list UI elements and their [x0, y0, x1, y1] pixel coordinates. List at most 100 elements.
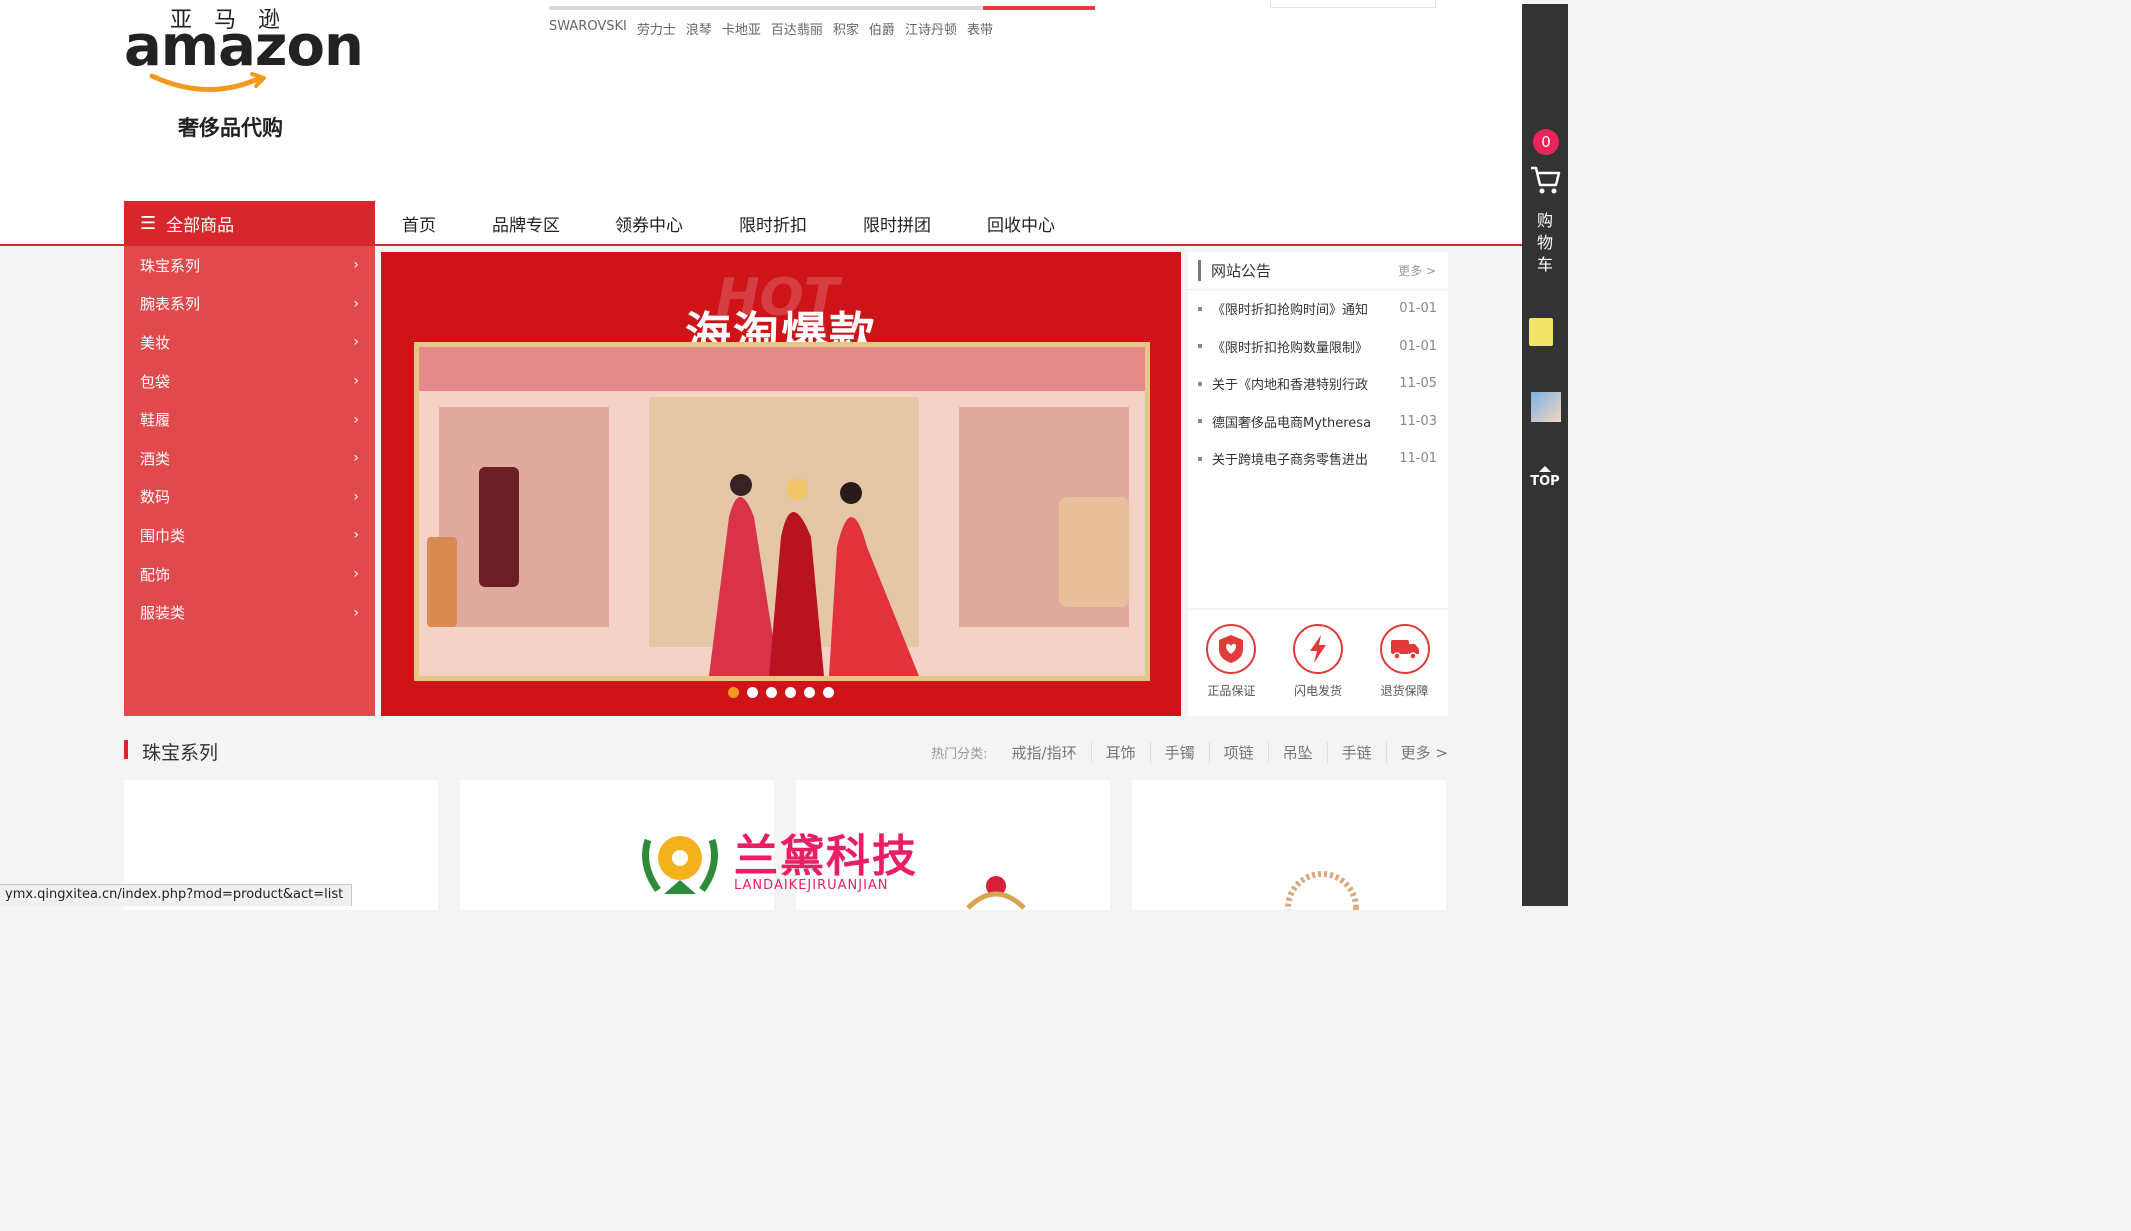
notice-title: 网站公告	[1198, 260, 1271, 281]
back-to-top-button[interactable]: TOP	[1522, 466, 1568, 489]
cart-count-badge: 0	[1533, 129, 1559, 155]
notice-item[interactable]: 关于跨境电子商务零售进出 11-01	[1188, 440, 1448, 478]
notice-item[interactable]: 关于《内地和香港特别行政 11-05	[1188, 365, 1448, 403]
category-label: 鞋履	[140, 411, 171, 430]
category-menu: 珠宝系列 › 腕表系列 › 美妆 › 包袋 › 鞋履 › 酒类 › 数码 › 围巾类 › 配饰 ›…	[124, 246, 375, 716]
watermark-overlay: 兰黛科技 LANDAIKEJIRUANJIAN	[638, 820, 928, 906]
service-item[interactable]: 正品保证	[1206, 624, 1257, 716]
hot-category-link[interactable]: 手镯	[1151, 742, 1210, 763]
slide-dot[interactable]	[785, 687, 796, 698]
avatar[interactable]	[1531, 392, 1561, 422]
nav-item-brands[interactable]: 品牌专区	[492, 211, 560, 236]
chevron-right-icon: ›	[353, 488, 359, 505]
watermark-text: 兰黛科技	[734, 831, 918, 882]
service-item[interactable]: 闪电发货	[1292, 624, 1343, 716]
caret-up-icon	[1539, 466, 1551, 472]
category-item[interactable]: 腕表系列 ›	[124, 285, 375, 324]
notice-item[interactable]: 德国奢侈品电商Mytheresa 11-03	[1188, 403, 1448, 441]
category-label: 腕表系列	[140, 295, 201, 314]
chat-robot-icon[interactable]	[1529, 318, 1553, 346]
product-card[interactable]	[1132, 780, 1446, 945]
category-item[interactable]: 服装类 ›	[124, 593, 375, 632]
cart-label-text: 购物车	[1537, 211, 1554, 274]
notice-item[interactable]: 《限时折扣抢购数量限制》 01-01	[1188, 328, 1448, 366]
notice-text: 关于《内地和香港特别行政	[1212, 378, 1369, 394]
category-item[interactable]: 鞋履 ›	[124, 400, 375, 439]
hot-search-item[interactable]: 浪琴	[686, 19, 712, 38]
cart-icon[interactable]	[1529, 164, 1561, 196]
section-accent-bar	[124, 740, 128, 759]
category-item[interactable]: 珠宝系列 ›	[124, 246, 375, 285]
nav-item-flash-sale[interactable]: 限时折扣	[739, 211, 807, 236]
chevron-right-icon: ›	[353, 411, 359, 428]
nav-item-recycle[interactable]: 回收中心	[987, 211, 1055, 236]
banner-pagination	[381, 687, 1181, 698]
watermark-subtext: LANDAIKEJIRUANJIAN	[734, 878, 889, 893]
nav-item-home[interactable]: 首页	[402, 211, 436, 236]
jewelry-section-header: 珠宝系列 热门分类: 戒指/指环 耳饰 手镯 项链 吊坠 手链 更多 >	[124, 738, 1448, 764]
notice-date: 11-05	[1399, 376, 1437, 392]
all-products-button[interactable]: ☰ 全部商品	[124, 201, 375, 246]
category-label: 服装类	[140, 604, 186, 623]
bullet-icon	[1198, 381, 1202, 386]
notice-text: 关于跨境电子商务零售进出	[1212, 453, 1369, 469]
category-item[interactable]: 数码 ›	[124, 478, 375, 517]
hot-search-item[interactable]: 伯爵	[869, 19, 895, 38]
slide-dot[interactable]	[804, 687, 815, 698]
hot-category-link[interactable]: 戒指/指环	[998, 742, 1092, 763]
main-nav: 首页 品牌专区 领券中心 限时折扣 限时拼团 回收中心	[402, 211, 1111, 236]
section-more-link[interactable]: 更多 >	[1387, 742, 1448, 763]
category-item[interactable]: 包袋 ›	[124, 362, 375, 401]
slide-dot[interactable]	[766, 687, 777, 698]
shop-window-illustration	[419, 347, 1145, 676]
hot-category-link[interactable]: 手链	[1328, 742, 1387, 763]
truck-icon	[1379, 624, 1430, 674]
slide-dot[interactable]	[728, 687, 739, 698]
hot-category-link[interactable]: 耳饰	[1092, 742, 1151, 763]
chevron-right-icon: ›	[353, 566, 359, 583]
nav-item-coupons[interactable]: 领券中心	[615, 211, 683, 236]
chevron-right-icon: ›	[353, 450, 359, 467]
notice-text: 《限时折扣抢购时间》通知	[1212, 303, 1369, 319]
hot-search-item[interactable]: 百达翡丽	[771, 19, 823, 38]
logo-subtitle: 奢侈品代购	[178, 116, 283, 140]
category-item[interactable]: 配饰 ›	[124, 555, 375, 594]
notice-item[interactable]: 《限时折扣抢购时间》通知 01-01	[1188, 290, 1448, 328]
chevron-right-icon: ›	[353, 373, 359, 390]
hot-search-item[interactable]: SWAROVSKI	[549, 19, 627, 38]
hot-search-item[interactable]: 积家	[833, 19, 859, 38]
back-to-top-label: TOP	[1530, 474, 1560, 489]
chevron-right-icon: ›	[353, 527, 359, 544]
browser-status-url: ymx.qingxitea.cn/index.php?mod=product&a…	[0, 884, 353, 906]
hot-search-item[interactable]: 卡地亚	[722, 19, 761, 38]
category-label: 配饰	[140, 565, 171, 584]
hot-categories: 热门分类: 戒指/指环 耳饰 手镯 项链 吊坠 手链 更多 >	[931, 742, 1448, 763]
category-item[interactable]: 围巾类 ›	[124, 516, 375, 555]
slide-dot[interactable]	[823, 687, 834, 698]
notice-date: 11-01	[1399, 451, 1437, 467]
shield-heart-icon	[1206, 624, 1257, 674]
hot-search-item[interactable]: 江诗丹顿	[905, 19, 957, 38]
service-guarantees: 正品保证 闪电发货 退货保障	[1188, 610, 1448, 716]
nav-item-group-buy[interactable]: 限时拼团	[863, 211, 931, 236]
slide-dot[interactable]	[747, 687, 758, 698]
amazon-smile-icon	[149, 72, 266, 92]
cart-label[interactable]: 购物车	[1522, 210, 1568, 276]
category-item[interactable]: 酒类 ›	[124, 439, 375, 478]
hot-search-item[interactable]: 表带	[967, 19, 993, 38]
notice-more-link[interactable]: 更多 >	[1398, 262, 1436, 279]
menu-icon: ☰	[140, 213, 157, 234]
hot-category-link[interactable]: 吊坠	[1269, 742, 1328, 763]
service-item[interactable]: 退货保障	[1379, 624, 1430, 716]
header-right-box[interactable]	[1270, 0, 1436, 8]
category-label: 围巾类	[140, 526, 186, 545]
search-button[interactable]	[983, 6, 1095, 10]
hot-category-link[interactable]: 项链	[1210, 742, 1269, 763]
hot-categories-label: 热门分类:	[931, 747, 988, 762]
category-label: 酒类	[140, 449, 171, 468]
search-bar[interactable]	[549, 6, 1095, 10]
category-item[interactable]: 美妆 ›	[124, 323, 375, 362]
hero-banner[interactable]: HOT 海淘爆款	[381, 252, 1181, 716]
chevron-right-icon: ›	[353, 334, 359, 351]
hot-search-item[interactable]: 劳力士	[637, 19, 676, 38]
